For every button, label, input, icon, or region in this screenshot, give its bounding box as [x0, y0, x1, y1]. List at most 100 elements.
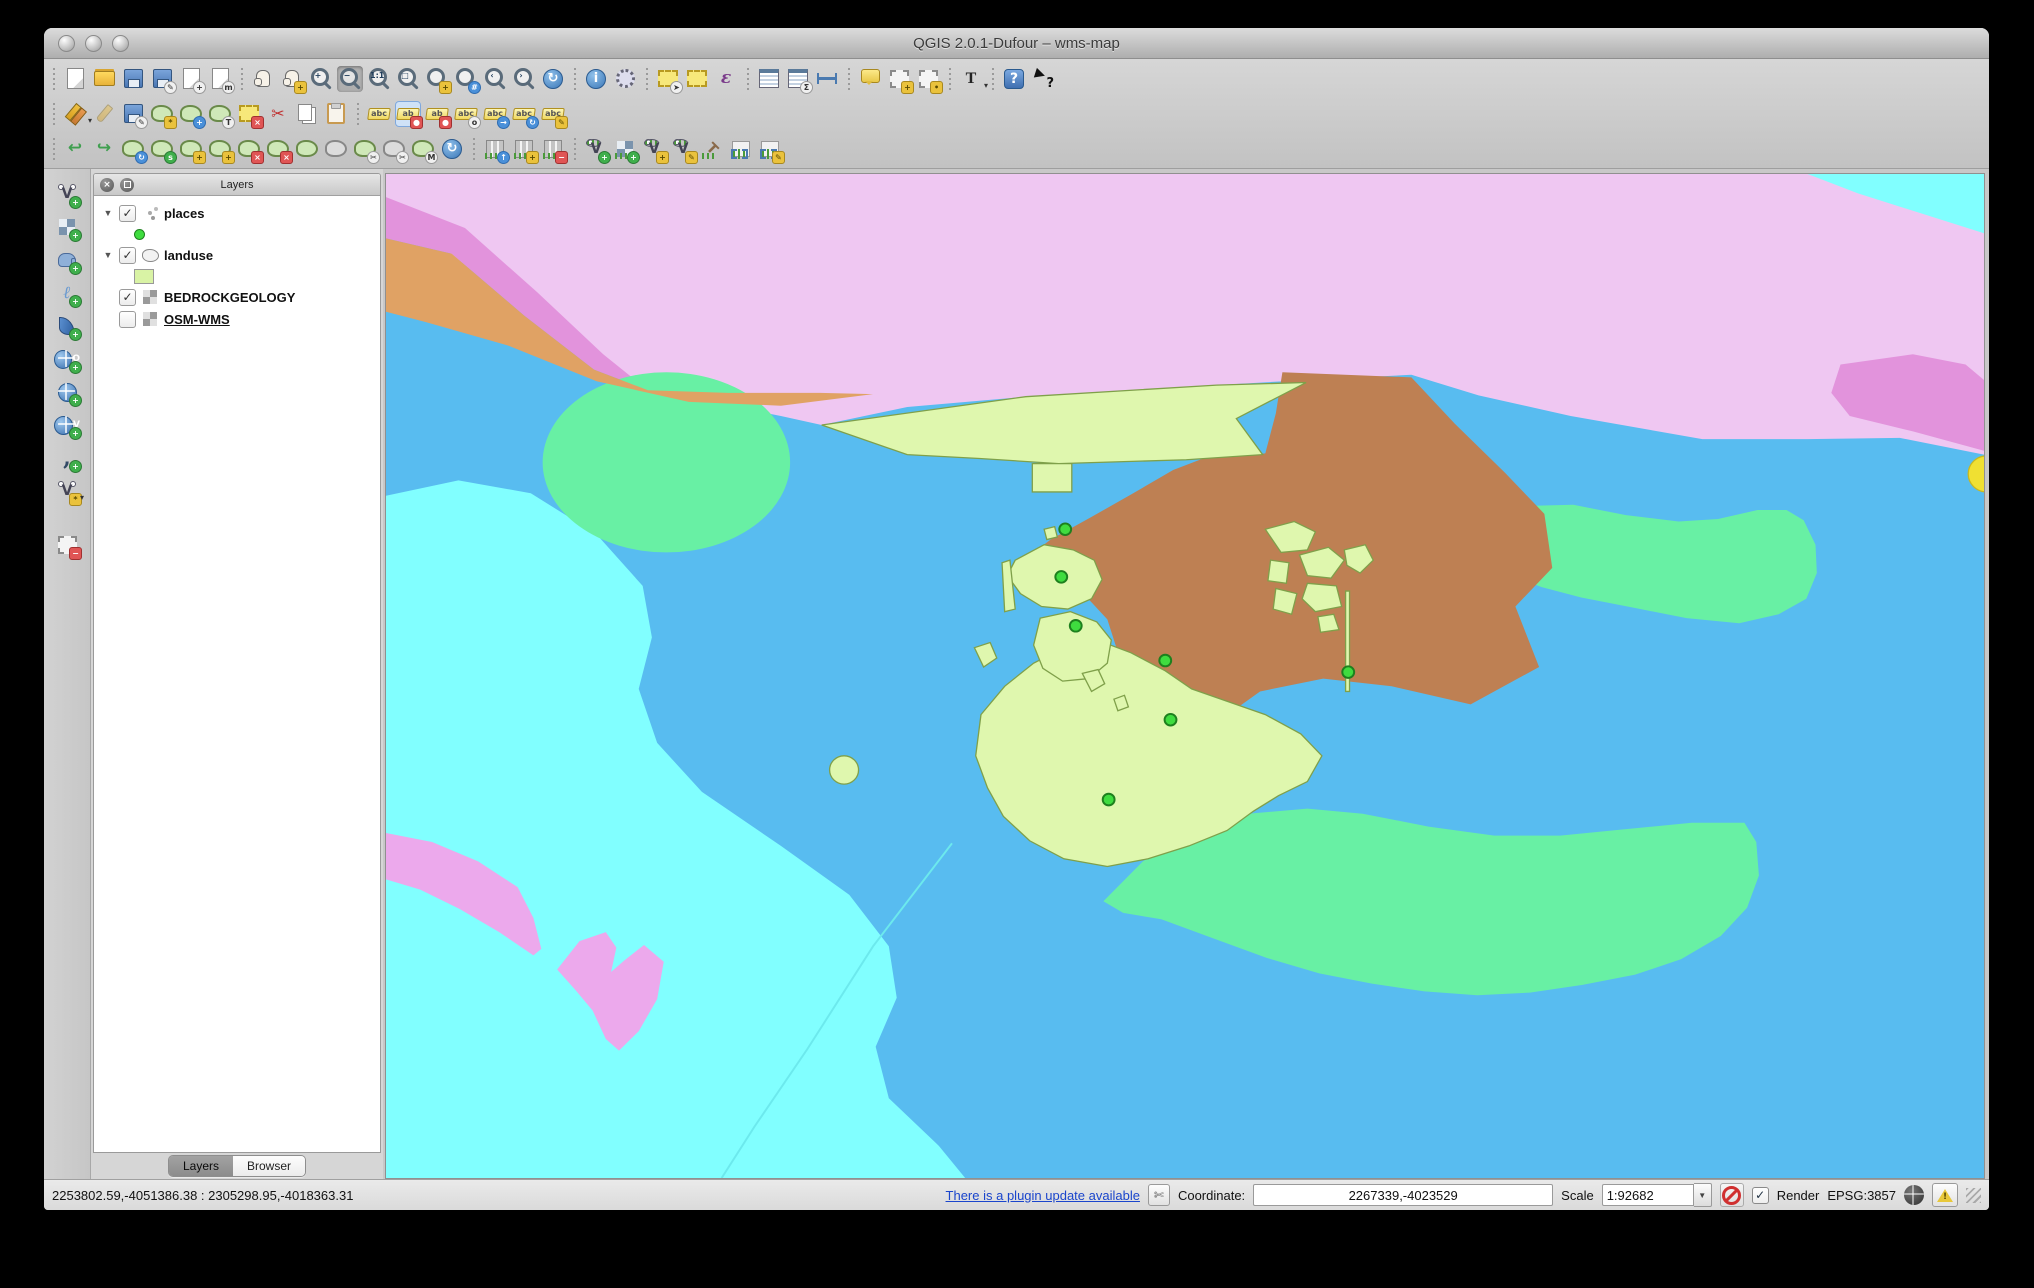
cut-features-icon[interactable]: ✂ [265, 101, 291, 127]
move-feature-icon[interactable]: + [178, 101, 204, 127]
zoom-out-icon[interactable]: − [337, 66, 363, 92]
labeling-icon[interactable]: abc [366, 101, 392, 127]
add-spatialite-layer-icon[interactable]: ℓ+ [54, 280, 80, 306]
plugin-update-link[interactable]: There is a plugin update available [946, 1188, 1140, 1203]
simplify-feature-icon[interactable]: s [149, 136, 175, 162]
delete-selected-icon[interactable]: × [236, 101, 262, 127]
layer-visibility-checkbox[interactable]: ✓ [119, 247, 136, 264]
scale-input[interactable] [1602, 1184, 1694, 1206]
grass-open-mapset-icon[interactable]: ↑ [482, 136, 508, 162]
layer-item-landuse[interactable]: ▼✓landuse [94, 244, 380, 266]
open-attribute-table-icon[interactable] [756, 66, 782, 92]
offset-curve-icon[interactable] [323, 136, 349, 162]
zoom-next-icon[interactable]: › [511, 66, 537, 92]
grass-edit-region-icon[interactable]: ✎ [757, 136, 783, 162]
merge-features-icon[interactable]: M [410, 136, 436, 162]
add-vector-layer-icon[interactable]: V+ [54, 181, 80, 207]
layer-item-bedrockgeology[interactable]: ✓BEDROCKGEOLOGY [94, 286, 380, 308]
label-properties-icon[interactable]: abc✎ [540, 101, 566, 127]
pan-map-icon[interactable] [250, 66, 276, 92]
add-part-icon[interactable]: + [207, 136, 233, 162]
add-postgis-layer-icon[interactable]: + [54, 247, 80, 273]
grass-close-mapset-icon[interactable]: − [540, 136, 566, 162]
select-by-expression-icon[interactable]: ε [713, 66, 739, 92]
show-bookmarks-icon[interactable]: • [915, 66, 941, 92]
select-features-icon[interactable]: ➤ [655, 66, 681, 92]
label-rotate-icon[interactable]: abc↻ [511, 101, 537, 127]
tab-browser[interactable]: Browser [233, 1156, 305, 1176]
current-edits-icon[interactable]: ▾ [62, 101, 88, 127]
new-shapefile-layer-icon[interactable]: V*▾ [54, 478, 80, 504]
zoom-native-icon[interactable]: 1:1 [366, 66, 392, 92]
zoom-in-icon[interactable]: + [308, 66, 334, 92]
remove-layer-icon[interactable]: − [54, 532, 80, 558]
add-raster-layer-icon[interactable]: + [54, 214, 80, 240]
grass-new-mapset-icon[interactable]: + [511, 136, 537, 162]
text-annotation-icon[interactable]: T▾ [958, 66, 984, 92]
expander-icon[interactable]: ▼ [102, 250, 114, 260]
title-bar[interactable]: QGIS 2.0.1-Dufour – wms-map [44, 28, 1989, 59]
deselect-features-icon[interactable] [684, 66, 710, 92]
add-mssql-layer-icon[interactable]: + [54, 313, 80, 339]
tab-layers[interactable]: Layers [169, 1156, 233, 1176]
save-project-icon[interactable] [120, 66, 146, 92]
current-edits-dropdown-icon[interactable]: ▾ [88, 116, 92, 125]
identify-features-icon[interactable]: i [583, 66, 609, 92]
paste-features-icon[interactable] [323, 101, 349, 127]
zoom-full-icon[interactable]: □ [395, 66, 421, 92]
new-project-icon[interactable] [62, 66, 88, 92]
grass-new-vector-layer-icon[interactable]: V+ [641, 136, 667, 162]
zoom-last-icon[interactable]: ‹ [482, 66, 508, 92]
grass-open-tools-icon[interactable]: T [699, 136, 725, 162]
text-annotation-dropdown-icon[interactable]: ▾ [984, 81, 988, 90]
render-checkbox[interactable]: ✓ [1752, 1187, 1769, 1204]
label-hold-icon[interactable]: ab● [424, 101, 450, 127]
field-calculator-icon[interactable]: Σ [785, 66, 811, 92]
layer-item-places[interactable]: ▼✓places [94, 202, 380, 224]
zoom-to-layer-icon[interactable]: + [424, 66, 450, 92]
add-oracle-layer-icon[interactable]: O+ [54, 346, 80, 372]
delete-ring-icon[interactable]: × [236, 136, 262, 162]
refresh-icon[interactable]: ↻ [540, 66, 566, 92]
reshape-features-icon[interactable] [294, 136, 320, 162]
node-tool-icon[interactable]: T [207, 101, 233, 127]
add-wfs-layer-icon[interactable]: V+ [54, 412, 80, 438]
map-tips-icon[interactable] [857, 66, 883, 92]
label-pin-icon[interactable]: ab● [395, 101, 421, 127]
stop-rendering-icon[interactable] [1720, 1183, 1744, 1207]
rotate-point-symbols-icon[interactable]: ↻ [439, 136, 465, 162]
resize-grip[interactable] [1966, 1188, 1981, 1203]
plugin-icon[interactable]: ✄ [1148, 1184, 1170, 1206]
whats-this-icon[interactable]: ? [1030, 66, 1056, 92]
zoom-to-selection-icon[interactable]: # [453, 66, 479, 92]
grass-add-vector-layer-icon[interactable]: V+ [583, 136, 609, 162]
grass-add-raster-layer-icon[interactable]: + [612, 136, 638, 162]
save-layer-edits-icon[interactable]: ✎ [120, 101, 146, 127]
save-project-as-icon[interactable]: ✎ [149, 66, 175, 92]
split-parts-icon[interactable]: ✂ [381, 136, 407, 162]
add-ring-icon[interactable]: + [178, 136, 204, 162]
rotate-feature-icon[interactable]: ↻ [120, 136, 146, 162]
scale-dropdown-icon[interactable]: ▼ [1694, 1183, 1712, 1207]
grass-display-region-icon[interactable] [728, 136, 754, 162]
undo-icon[interactable]: ↩ [62, 136, 88, 162]
delete-part-icon[interactable]: × [265, 136, 291, 162]
new-print-composer-icon[interactable]: + [178, 66, 204, 92]
coordinate-input[interactable] [1253, 1184, 1553, 1206]
layer-item-osm-wms[interactable]: OSM-WMS [94, 308, 380, 330]
add-delimited-text-layer-icon[interactable]: ,+ [54, 445, 80, 471]
add-feature-icon[interactable]: * [149, 101, 175, 127]
redo-icon[interactable]: ↪ [91, 136, 117, 162]
layer-visibility-checkbox[interactable]: ✓ [119, 205, 136, 222]
label-toggle-display-icon[interactable]: abco [453, 101, 479, 127]
messages-warning-icon[interactable] [1932, 1183, 1958, 1207]
composer-manager-icon[interactable]: m [207, 66, 233, 92]
add-wms-layer-icon[interactable]: + [54, 379, 80, 405]
layer-visibility-checkbox[interactable]: ✓ [119, 289, 136, 306]
help-contents-icon[interactable]: ? [1001, 66, 1027, 92]
grass-edit-vector-layer-icon[interactable]: V✎ [670, 136, 696, 162]
crs-globe-icon[interactable] [1904, 1185, 1924, 1205]
label-move-icon[interactable]: abc→ [482, 101, 508, 127]
new-shapefile-layer-dropdown-icon[interactable]: ▾ [80, 493, 84, 502]
expander-icon[interactable]: ▼ [102, 208, 114, 218]
